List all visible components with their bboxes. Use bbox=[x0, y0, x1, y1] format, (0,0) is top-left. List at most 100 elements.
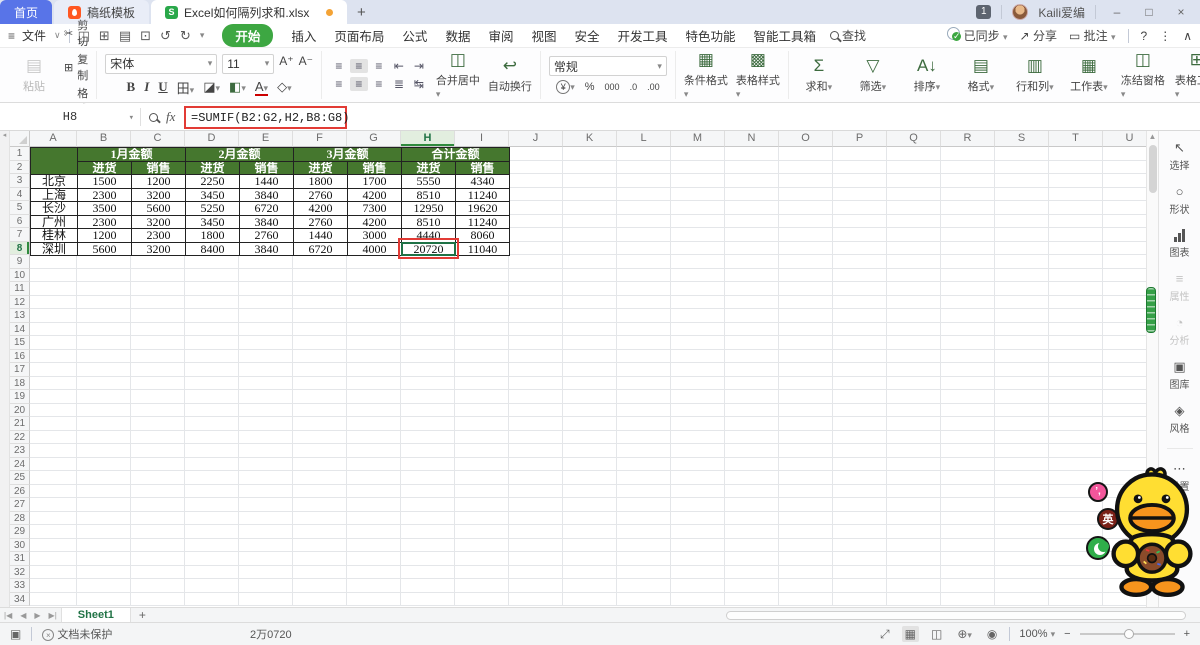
table-data-cell[interactable]: 1800 bbox=[186, 229, 240, 243]
cell[interactable] bbox=[671, 593, 725, 607]
help-button[interactable]: ? bbox=[1141, 29, 1148, 43]
cell[interactable] bbox=[563, 228, 617, 242]
cell[interactable] bbox=[833, 188, 887, 202]
cell[interactable] bbox=[779, 215, 833, 229]
cell[interactable] bbox=[833, 336, 887, 350]
cell[interactable] bbox=[887, 444, 941, 458]
table-corner-cell[interactable] bbox=[31, 148, 78, 175]
cell[interactable] bbox=[1049, 147, 1103, 161]
cell[interactable] bbox=[1103, 377, 1146, 391]
menu-tab-9[interactable]: 开发工具 bbox=[618, 26, 668, 45]
cell[interactable] bbox=[455, 363, 509, 377]
column-header-J[interactable]: J bbox=[509, 131, 563, 147]
cell[interactable] bbox=[455, 498, 509, 512]
cell[interactable] bbox=[563, 566, 617, 580]
cell[interactable] bbox=[293, 255, 347, 269]
row-header-32[interactable]: 32 bbox=[10, 566, 30, 580]
row-header-4[interactable]: 4 bbox=[10, 188, 30, 202]
insert-function-icon[interactable]: fx bbox=[166, 109, 175, 125]
cell[interactable] bbox=[401, 404, 455, 418]
cell[interactable] bbox=[995, 377, 1049, 391]
cell[interactable] bbox=[671, 242, 725, 256]
cell[interactable] bbox=[185, 336, 239, 350]
cell[interactable] bbox=[185, 255, 239, 269]
cell[interactable] bbox=[995, 471, 1049, 485]
menu-tab-10[interactable]: 特色功能 bbox=[686, 26, 736, 45]
cell[interactable] bbox=[671, 471, 725, 485]
cell[interactable] bbox=[563, 377, 617, 391]
cell[interactable] bbox=[1103, 417, 1146, 431]
cell[interactable] bbox=[617, 363, 671, 377]
table-data-cell[interactable]: 8510 bbox=[402, 189, 456, 203]
column-header-H[interactable]: H bbox=[401, 131, 455, 147]
cell[interactable] bbox=[1103, 161, 1146, 175]
cell[interactable] bbox=[239, 471, 293, 485]
table-data-cell[interactable]: 8510 bbox=[402, 216, 456, 230]
cell[interactable] bbox=[671, 323, 725, 337]
cell[interactable] bbox=[293, 498, 347, 512]
cell[interactable] bbox=[1049, 323, 1103, 337]
cell[interactable] bbox=[455, 552, 509, 566]
cell[interactable] bbox=[833, 161, 887, 175]
cell[interactable] bbox=[941, 282, 995, 296]
cell[interactable] bbox=[401, 363, 455, 377]
cell[interactable] bbox=[347, 431, 401, 445]
cell[interactable] bbox=[455, 282, 509, 296]
row-header-17[interactable]: 17 bbox=[10, 363, 30, 377]
zoom-out-button[interactable]: − bbox=[1064, 628, 1070, 640]
cell[interactable] bbox=[293, 458, 347, 472]
cell[interactable] bbox=[347, 579, 401, 593]
cell[interactable] bbox=[563, 444, 617, 458]
horizontal-scrollbar[interactable] bbox=[726, 611, 1186, 620]
column-header-R[interactable]: R bbox=[941, 131, 995, 147]
cell[interactable] bbox=[671, 228, 725, 242]
cell[interactable] bbox=[671, 417, 725, 431]
cell[interactable] bbox=[779, 579, 833, 593]
cell[interactable] bbox=[833, 242, 887, 256]
cell[interactable] bbox=[455, 350, 509, 364]
sidebar-item-图表[interactable]: 图表 bbox=[1170, 229, 1190, 259]
zoom-level[interactable]: 100% ▾ bbox=[1019, 628, 1055, 640]
decrease-font-icon[interactable]: A⁻ bbox=[299, 54, 313, 74]
cell[interactable] bbox=[779, 350, 833, 364]
cell[interactable] bbox=[779, 404, 833, 418]
cell[interactable] bbox=[509, 377, 563, 391]
cell[interactable] bbox=[779, 323, 833, 337]
row-header-26[interactable]: 26 bbox=[10, 485, 30, 499]
cell[interactable] bbox=[131, 323, 185, 337]
cell[interactable] bbox=[401, 417, 455, 431]
cell[interactable] bbox=[617, 498, 671, 512]
cell[interactable] bbox=[833, 431, 887, 445]
cell[interactable] bbox=[293, 552, 347, 566]
cell[interactable] bbox=[779, 282, 833, 296]
cell[interactable] bbox=[887, 269, 941, 283]
decrease-indent-icon[interactable]: ⇤ bbox=[394, 59, 404, 73]
row-header-23[interactable]: 23 bbox=[10, 444, 30, 458]
menu-tab-5[interactable]: 数据 bbox=[445, 26, 470, 45]
cell[interactable] bbox=[995, 336, 1049, 350]
cell[interactable] bbox=[887, 282, 941, 296]
cell[interactable] bbox=[347, 539, 401, 553]
表格样式-button[interactable]: ▩表格样式▾ bbox=[736, 51, 780, 100]
cell[interactable] bbox=[239, 498, 293, 512]
table-data-cell[interactable]: 3500 bbox=[78, 202, 132, 216]
zoom-formula-icon[interactable] bbox=[149, 113, 158, 122]
cell[interactable] bbox=[455, 269, 509, 283]
cell[interactable] bbox=[833, 377, 887, 391]
cell[interactable] bbox=[509, 350, 563, 364]
cell[interactable] bbox=[779, 255, 833, 269]
cell[interactable] bbox=[455, 593, 509, 607]
cell[interactable] bbox=[131, 377, 185, 391]
cell[interactable] bbox=[887, 309, 941, 323]
cell[interactable] bbox=[1103, 228, 1146, 242]
cell[interactable] bbox=[779, 201, 833, 215]
row-header-5[interactable]: 5 bbox=[10, 201, 30, 215]
cell[interactable] bbox=[887, 377, 941, 391]
cell[interactable] bbox=[617, 174, 671, 188]
表格工具-button[interactable]: ⊞表格工具▾ bbox=[1175, 51, 1200, 100]
table-data-cell[interactable]: 2760 bbox=[240, 229, 294, 243]
cell[interactable] bbox=[995, 431, 1049, 445]
cell[interactable] bbox=[887, 390, 941, 404]
cell[interactable] bbox=[293, 579, 347, 593]
cell[interactable] bbox=[941, 525, 995, 539]
